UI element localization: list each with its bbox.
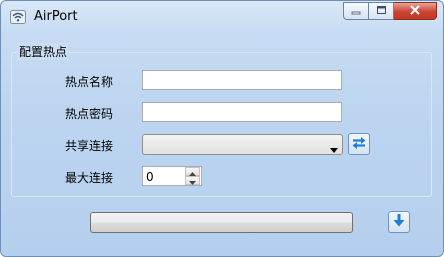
refresh-connections-button[interactable]	[348, 133, 370, 155]
max-connections-spinner[interactable]: 0	[142, 166, 202, 186]
window-title: AirPort	[34, 9, 78, 24]
arrow-down-icon	[393, 214, 405, 230]
ssid-label: 热点名称	[65, 75, 114, 89]
ssid-input[interactable]	[142, 70, 342, 90]
share-connection-select[interactable]	[142, 134, 343, 155]
triangle-down-icon	[189, 174, 196, 188]
max-connections-label: 最大连接	[65, 171, 114, 185]
group-legend: 配置热点	[17, 43, 70, 60]
max-connections-value[interactable]: 0	[146, 170, 154, 184]
share-connection-label: 共享连接	[65, 139, 114, 153]
maximize-button[interactable]	[369, 2, 394, 20]
chevron-down-icon	[330, 142, 338, 156]
minimize-button[interactable]	[343, 2, 369, 20]
wifi-icon	[10, 10, 26, 24]
swap-arrows-icon	[351, 136, 367, 153]
spinner-down-button[interactable]	[185, 176, 200, 185]
minimize-icon	[351, 4, 361, 18]
close-icon	[409, 4, 421, 18]
close-button[interactable]	[394, 2, 437, 20]
window-controls	[343, 2, 437, 20]
spinner-buttons	[185, 167, 201, 185]
app-window: AirPort 配置热点 热点名称 热点密码 共享连接 最大连接 0	[0, 0, 444, 257]
start-hotspot-button[interactable]	[90, 212, 353, 233]
password-input[interactable]	[142, 102, 342, 122]
maximize-icon	[376, 4, 387, 18]
password-label: 热点密码	[65, 107, 114, 121]
download-button[interactable]	[388, 211, 410, 233]
title-bar[interactable]: AirPort	[1, 1, 443, 31]
